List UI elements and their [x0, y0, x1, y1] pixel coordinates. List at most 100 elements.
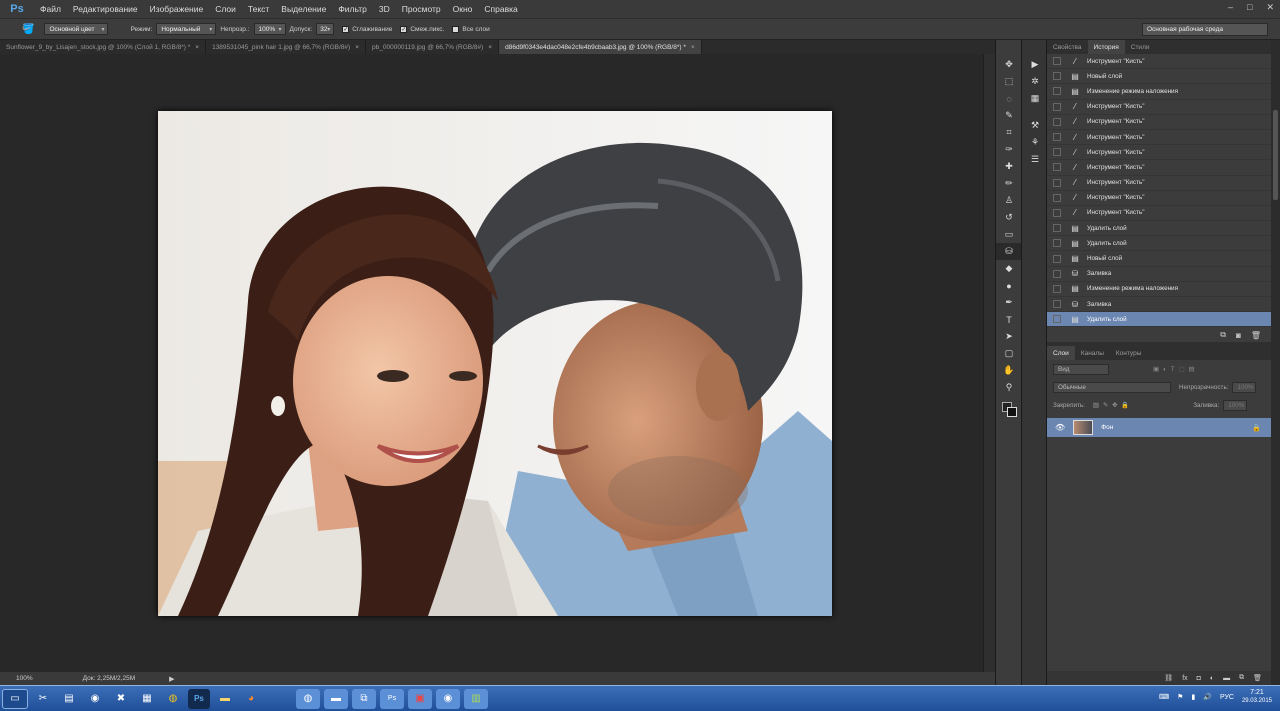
bucket-icon[interactable]: ⛁ [996, 243, 1022, 260]
lock-icons[interactable]: ▨✎✥🔒 [1093, 401, 1133, 409]
zoom-level[interactable]: 100% [16, 675, 33, 682]
start-button[interactable]: ▭ [2, 688, 28, 709]
eraser-icon[interactable]: ▭ [996, 226, 1022, 243]
new-document-icon[interactable]: ⧉ [1220, 330, 1226, 340]
keyboard-icon[interactable]: ⌨ [1159, 693, 1169, 701]
history-item[interactable]: ⁄ Инструмент "Кисть" [1047, 130, 1271, 146]
close-tab-icon[interactable]: × [488, 44, 492, 51]
close-icon[interactable]: ✕ [1266, 2, 1274, 13]
play-icon[interactable]: ▶ [1022, 56, 1048, 73]
history-item[interactable]: ⁄ Инструмент "Кисть" [1047, 54, 1271, 70]
snapshot-checkbox[interactable] [1053, 224, 1061, 233]
history-item[interactable]: ⛁ Заливка [1047, 267, 1271, 282]
menu-item[interactable]: Редактирование [67, 4, 144, 14]
bucket-tool-icon[interactable]: 🪣 [22, 24, 34, 35]
lasso-icon[interactable]: ◌ [996, 90, 1022, 107]
snapshot-checkbox[interactable] [1053, 163, 1061, 172]
language-indicator[interactable]: РУС [1220, 694, 1234, 701]
close-tab-icon[interactable]: × [355, 44, 359, 51]
brush-icon[interactable]: ✏ [996, 175, 1022, 192]
maximize-icon[interactable]: □ [1247, 2, 1252, 13]
folder-icon[interactable]: ▬ [1223, 675, 1230, 682]
adjustments-icon[interactable]: ☰ [1022, 151, 1048, 168]
history-brush-icon[interactable]: ↺ [996, 209, 1022, 226]
document-tab[interactable]: d86d9f0343e4dac048e2cfe4b9cbaab3.jpg @ 1… [499, 40, 702, 54]
chrome-task[interactable]: ◍ [296, 688, 320, 709]
cinema-icon[interactable]: ◉ [84, 689, 106, 709]
quick-select-icon[interactable]: ✎ [996, 107, 1022, 124]
canvas-scrollbar[interactable] [983, 54, 995, 672]
layers-tab[interactable]: Слои [1047, 346, 1075, 360]
document-tab[interactable]: Sunflower_9_by_Lisajen_stock.jpg @ 100% … [0, 40, 207, 54]
document-tab[interactable]: 1389531045_pink hair 1.jpg @ 66,7% (RGB/… [206, 40, 367, 54]
opacity-field[interactable]: 100% [253, 23, 286, 35]
menu-item[interactable]: Слои [209, 4, 242, 14]
volume-icon[interactable]: 🔊 [1203, 693, 1212, 701]
workspace-dropdown[interactable]: Основная рабочая среда [1142, 23, 1268, 36]
layer-filter-dropdown[interactable]: Вид [1053, 363, 1109, 375]
network-tray-icon[interactable]: ▮ [1191, 693, 1195, 701]
document-tab[interactable]: pb_000000119.jpg @ 66,7% (RGB/8#) × [366, 40, 500, 54]
snapshot-checkbox[interactable] [1053, 284, 1061, 293]
history-item[interactable]: ▤ Новый слой [1047, 251, 1271, 267]
window-task[interactable]: ⧉ [352, 688, 376, 709]
firefox-icon[interactable]: ◕ [240, 689, 262, 709]
history-item[interactable]: ⁄ Инструмент "Кисть" [1047, 206, 1271, 222]
history-item[interactable]: ⁄ Инструмент "Кисть" [1047, 100, 1271, 115]
folder-taskbar-icon[interactable]: ▬ [214, 689, 236, 709]
history-item[interactable]: ⁄ Инструмент "Кисть" [1047, 145, 1271, 161]
all-layers-checkbox[interactable]: Все слои [452, 25, 490, 33]
crop-icon[interactable]: ⌗ [996, 124, 1022, 141]
history-item[interactable]: ⁄ Инструмент "Кисть" [1047, 191, 1271, 206]
files-icon[interactable]: ▤ [58, 689, 80, 709]
pen-icon[interactable]: ✒ [996, 294, 1022, 311]
zoom-icon[interactable]: ⚲ [996, 379, 1022, 396]
menu-item[interactable]: 3D [373, 4, 396, 14]
hand-icon[interactable]: ✋ [996, 362, 1022, 379]
snapshot-checkbox[interactable] [1053, 208, 1061, 217]
close-tab-icon[interactable]: × [195, 44, 199, 51]
menu-item[interactable]: Изображение [144, 4, 210, 14]
layer-fill-field[interactable]: 100% [1223, 399, 1248, 411]
shape-icon[interactable]: ▢ [996, 345, 1022, 362]
panels-scrollbar[interactable] [1271, 40, 1280, 685]
status-arrow-icon[interactable]: ▶ [169, 675, 174, 683]
marquee-icon[interactable]: ⬚ [996, 73, 1022, 90]
snapshot-checkbox[interactable] [1053, 133, 1061, 142]
minimize-icon[interactable]: – [1228, 2, 1233, 13]
menu-item[interactable]: Текст [242, 4, 275, 14]
menu-item[interactable]: Просмотр [396, 4, 447, 14]
snapshot-checkbox[interactable] [1053, 102, 1061, 111]
flag-icon[interactable]: ⚑ [1177, 693, 1183, 701]
history-tab[interactable]: Стили [1125, 40, 1156, 54]
layers-tab[interactable]: Каналы [1075, 346, 1110, 360]
eye-icon[interactable]: 👁 [1055, 423, 1065, 432]
color-swatches[interactable] [1002, 402, 1021, 420]
pdf-task[interactable]: ▣ [408, 688, 432, 709]
contiguous-checkbox[interactable]: Смеж.пикс. [400, 25, 444, 33]
menu-item[interactable]: Выделение [275, 4, 332, 14]
layer-row-background[interactable]: 👁 Фон 🔒 [1047, 418, 1271, 437]
mode-dropdown[interactable]: Нормальный [156, 23, 217, 35]
app-task[interactable]: ◉ [436, 688, 460, 709]
network-icon[interactable]: ▦ [136, 689, 158, 709]
app-icon-1[interactable]: ✂ [32, 689, 54, 709]
photoshop-taskbar-icon[interactable]: Ps [188, 688, 210, 709]
filter-icons[interactable]: ▣◐T⬚▤ [1153, 366, 1199, 373]
history-item[interactable]: ▤ Новый слой [1047, 69, 1271, 85]
blur-icon[interactable]: ◆ [996, 260, 1022, 277]
history-tab[interactable]: Свойства [1047, 40, 1088, 54]
history-item[interactable]: ⁄ Инструмент "Кисть" [1047, 176, 1271, 191]
trash-icon[interactable]: 🗑 [1251, 331, 1261, 340]
layer-opacity-field[interactable]: 100% [1232, 381, 1257, 393]
menu-item[interactable]: Фильтр [332, 4, 373, 14]
history-tab[interactable]: История [1087, 40, 1125, 54]
snapshot-checkbox[interactable] [1053, 254, 1061, 263]
link-icon[interactable]: ⛓ [1164, 674, 1173, 682]
adjustment-layer-icon[interactable]: ◐ [1210, 675, 1214, 682]
healing-icon[interactable]: ✚ [996, 158, 1022, 175]
tolerance-field[interactable]: 32 [316, 23, 335, 35]
antialias-checkbox[interactable]: Сглаживание [342, 25, 392, 33]
snapshot-checkbox[interactable] [1053, 300, 1061, 309]
blend-mode-dropdown[interactable]: Обычные [1053, 381, 1171, 393]
